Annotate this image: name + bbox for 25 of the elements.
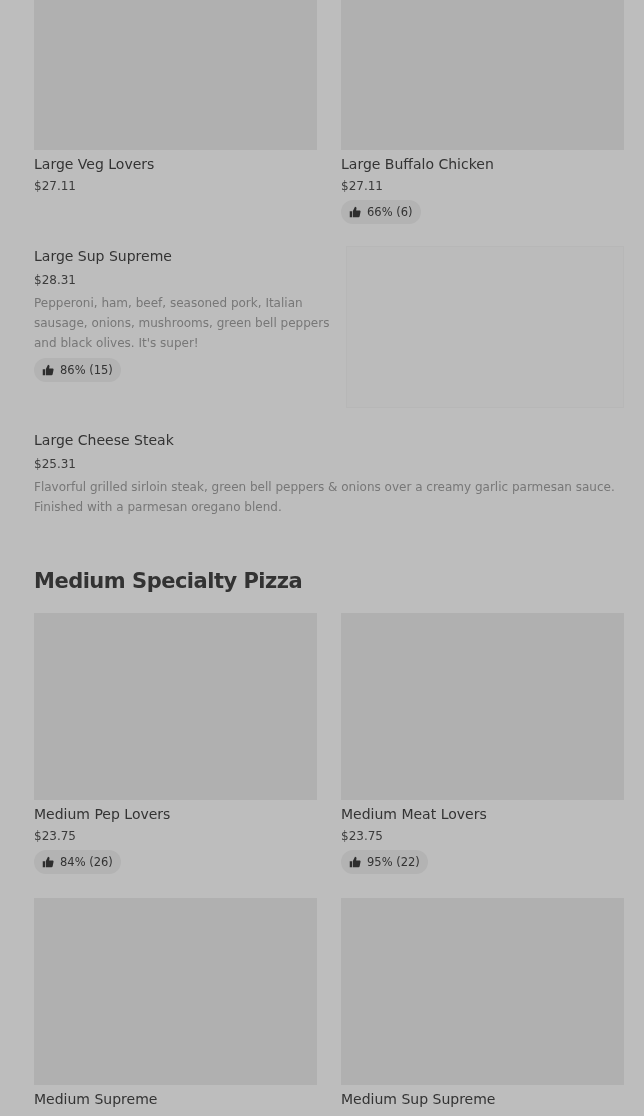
thumbs-up-icon (349, 206, 361, 218)
item-name: Large Sup Supreme (34, 247, 172, 266)
rating-text: 66% (6) (367, 205, 413, 219)
item-price: $25.31 (34, 456, 76, 473)
rating-text: 95% (22) (367, 855, 420, 869)
item-name: Medium Sup Supreme (341, 1090, 496, 1109)
item-description: Flavorful grilled sirloin steak, green bell peppers & onions over a creamy garlic parmesan sauce. Finished with a parmesan oregano blend. (34, 479, 616, 516)
item-name: Medium Supreme (34, 1090, 158, 1109)
item-name: Large Veg Lovers (34, 155, 155, 174)
thumbs-up-icon (349, 856, 361, 868)
item-price: $23.75 (341, 828, 383, 845)
item-name: Medium Meat Lovers (341, 805, 487, 824)
item-price: $27.11 (341, 178, 383, 195)
section-heading: Medium Specialty Pizza (34, 569, 304, 593)
item-price: $27.11 (34, 178, 76, 195)
item-price: $23.75 (34, 828, 76, 845)
item-name: Large Buffalo Chicken (341, 155, 494, 174)
item-description: Pepperoni, ham, beef, seasoned pork, Italian sausage, onions, mushrooms, green bell peppers and black olives. It's super! (34, 295, 330, 352)
thumbs-up-icon (42, 364, 54, 376)
thumbs-up-icon (42, 856, 54, 868)
rating-text: 86% (15) (60, 363, 113, 377)
rating-text: 84% (26) (60, 855, 113, 869)
item-name: Medium Pep Lovers (34, 805, 171, 824)
item-name: Large Cheese Steak (34, 431, 174, 450)
item-price: $28.31 (34, 272, 76, 289)
